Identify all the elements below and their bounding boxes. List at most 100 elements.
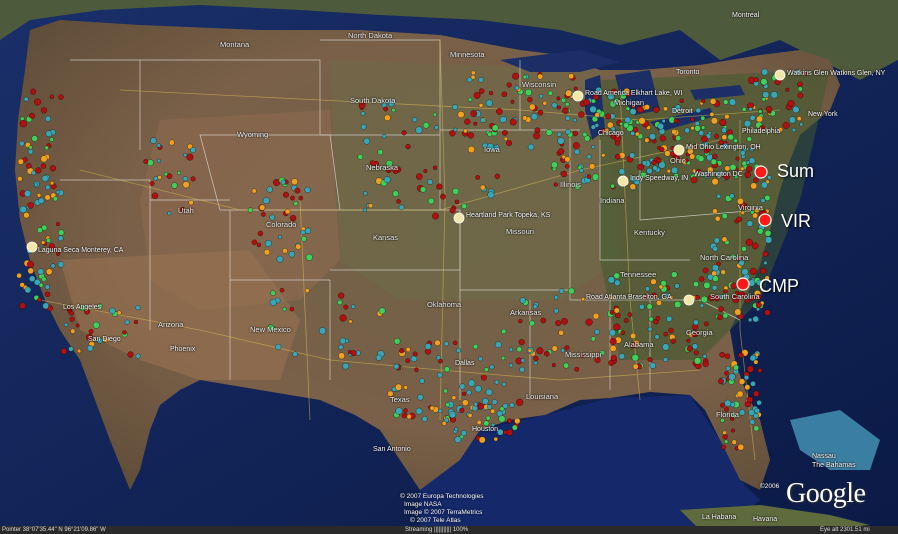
- telemetry-point: [86, 333, 93, 341]
- telemetry-point: [565, 89, 573, 97]
- telemetry-point: [519, 366, 525, 373]
- telemetry-point: [156, 143, 161, 148]
- telemetry-point: [711, 264, 719, 272]
- telemetry-point: [49, 94, 55, 99]
- callout-marker-sum[interactable]: [754, 165, 768, 179]
- track-pin-laguna-seca[interactable]: [26, 241, 38, 253]
- track-pin-mid-ohio[interactable]: [673, 144, 685, 156]
- telemetry-point: [454, 436, 462, 443]
- telemetry-point: [538, 94, 544, 99]
- telemetry-point: [46, 238, 51, 243]
- telemetry-point: [756, 279, 763, 286]
- telemetry-point: [724, 371, 729, 376]
- telemetry-point: [724, 353, 731, 359]
- telemetry-point: [721, 134, 728, 140]
- telemetry-point: [57, 261, 65, 268]
- telemetry-point: [710, 117, 718, 125]
- telemetry-point: [27, 202, 34, 209]
- telemetry-point: [31, 170, 36, 176]
- telemetry-point: [721, 444, 727, 450]
- telemetry-point: [527, 348, 532, 353]
- telemetry-point: [293, 201, 299, 206]
- telemetry-point: [795, 69, 801, 75]
- telemetry-point: [266, 186, 273, 193]
- telemetry-point: [760, 267, 767, 275]
- callout-marker-vir[interactable]: [758, 213, 772, 227]
- telemetry-point: [350, 350, 357, 357]
- telemetry-point: [375, 354, 382, 361]
- telemetry-point: [459, 383, 466, 390]
- telemetry-point: [655, 315, 661, 321]
- telemetry-point: [556, 96, 561, 101]
- telemetry-point: [506, 82, 512, 88]
- telemetry-point: [640, 171, 647, 179]
- telemetry-point: [674, 283, 680, 289]
- telemetry-point: [461, 203, 467, 209]
- telemetry-point: [190, 147, 197, 153]
- telemetry-point: [687, 147, 694, 155]
- telemetry-point: [544, 350, 550, 357]
- telemetry-point: [663, 106, 668, 112]
- telemetry-point: [466, 77, 473, 83]
- telemetry-point: [692, 144, 698, 150]
- telemetry-point: [441, 421, 447, 426]
- telemetry-point: [708, 294, 715, 302]
- telemetry-point: [730, 428, 735, 433]
- telemetry-point: [276, 255, 284, 263]
- telemetry-point: [594, 329, 600, 335]
- track-pin-watkins-glen[interactable]: [774, 69, 786, 81]
- telemetry-point: [754, 207, 760, 213]
- telemetry-point: [736, 216, 742, 223]
- telemetry-point: [478, 103, 484, 108]
- telemetry-point: [698, 276, 705, 282]
- telemetry-point: [509, 402, 515, 408]
- telemetry-point: [553, 182, 558, 187]
- telemetry-point: [190, 176, 196, 182]
- satellite-map[interactable]: [0, 0, 898, 534]
- callout-marker-cmp[interactable]: [736, 277, 750, 291]
- track-pin-indy[interactable]: [617, 175, 629, 187]
- telemetry-point: [398, 204, 405, 211]
- telemetry-point: [305, 253, 313, 261]
- telemetry-point: [706, 147, 711, 152]
- telemetry-point: [84, 308, 90, 315]
- telemetry-point: [729, 193, 735, 199]
- telemetry-point: [799, 122, 804, 127]
- telemetry-point: [429, 405, 435, 411]
- telemetry-point: [716, 193, 721, 199]
- telemetry-point: [454, 427, 459, 432]
- telemetry-point: [188, 200, 194, 206]
- telemetry-point: [711, 270, 718, 277]
- telemetry-point: [614, 153, 621, 160]
- track-pin-heartland[interactable]: [453, 212, 465, 224]
- telemetry-point: [24, 286, 32, 294]
- telemetry-point: [705, 173, 710, 178]
- telemetry-point: [393, 363, 400, 370]
- telemetry-point: [427, 197, 435, 205]
- telemetry-point: [436, 183, 443, 190]
- telemetry-point: [182, 181, 190, 189]
- telemetry-point: [693, 350, 699, 356]
- telemetry-point: [659, 135, 666, 142]
- telemetry-point: [489, 364, 495, 370]
- telemetry-point: [58, 229, 65, 236]
- map-viewer[interactable]: North Dakota Montana Minnesota South Dak…: [0, 0, 898, 534]
- telemetry-point: [748, 317, 753, 322]
- telemetry-point: [44, 291, 51, 297]
- telemetry-point: [590, 124, 596, 130]
- telemetry-point: [536, 347, 544, 355]
- telemetry-point: [553, 308, 559, 314]
- telemetry-point: [453, 127, 458, 132]
- telemetry-point: [675, 135, 682, 141]
- track-pin-road-atlanta[interactable]: [683, 294, 695, 306]
- telemetry-point: [41, 240, 46, 245]
- telemetry-point: [55, 222, 60, 227]
- telemetry-point: [412, 117, 418, 123]
- track-pin-road-america[interactable]: [572, 90, 584, 102]
- telemetry-point: [45, 130, 53, 137]
- telemetry-point: [497, 428, 504, 436]
- telemetry-point: [37, 297, 42, 303]
- telemetry-point: [700, 295, 708, 303]
- telemetry-point: [755, 293, 762, 300]
- telemetry-point: [17, 158, 24, 165]
